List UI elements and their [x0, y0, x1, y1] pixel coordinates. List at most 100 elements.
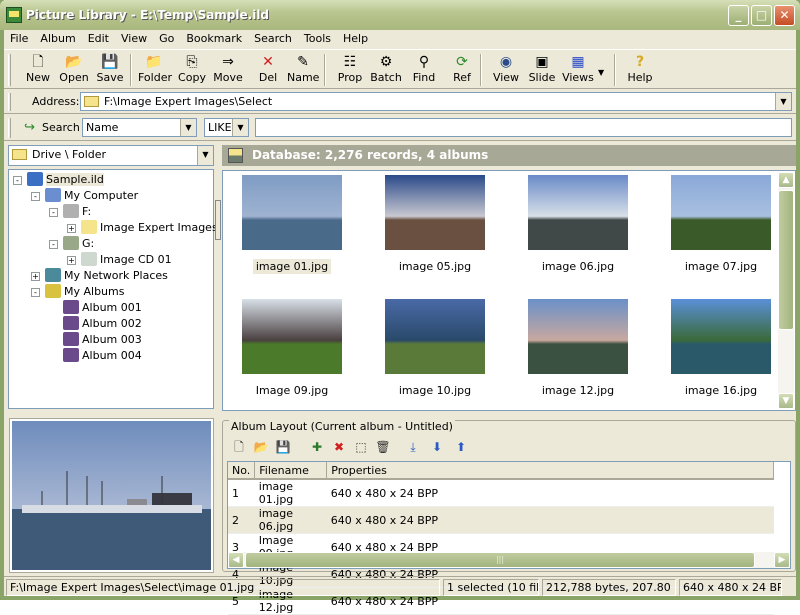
add-icon[interactable]: ✚ — [309, 439, 325, 455]
toolbar-slide-button[interactable]: ▣ Slide — [526, 52, 558, 88]
menu-view[interactable]: View — [115, 30, 153, 45]
maximize-button[interactable]: □ — [751, 5, 772, 26]
column-header-no[interactable]: No. — [228, 462, 256, 480]
menu-file[interactable]: File — [4, 30, 34, 45]
close-button[interactable]: ✕ — [774, 5, 795, 26]
search-grip[interactable] — [8, 118, 11, 138]
thumbnail-image[interactable] — [528, 299, 628, 374]
tree-item[interactable]: Sample.ild — [27, 172, 104, 188]
move-bottom-icon[interactable]: ⤓ — [405, 439, 421, 455]
toolbar-name-button[interactable]: ✎ Name — [287, 52, 319, 88]
move-down-icon[interactable]: ⬇ — [429, 439, 445, 455]
address-grip[interactable] — [8, 93, 11, 111]
trash-icon[interactable]: 🗑 — [375, 439, 391, 455]
menu-help[interactable]: Help — [337, 30, 374, 45]
scroll-left-button[interactable]: ◀ — [228, 552, 244, 568]
toolbar-find-button[interactable]: ⚲ Find — [408, 52, 440, 88]
table-row[interactable]: 2 image 06.jpg 640 x 480 x 24 BPP — [228, 506, 774, 534]
horizontal-scroll-thumb[interactable]: ||| — [245, 552, 755, 568]
search-field-select[interactable]: Name ▼ — [82, 118, 197, 137]
remove-icon[interactable]: ✖ — [331, 439, 347, 455]
address-dropdown-button[interactable]: ▼ — [775, 93, 791, 110]
toolbar-copy-button[interactable]: ⎘ Copy — [176, 52, 208, 88]
toolbar-batch-button[interactable]: ⚙ Batch — [370, 52, 402, 88]
thumbnail-item[interactable]: image 01.jpg — [227, 175, 357, 274]
tree-item[interactable]: Album 003 — [63, 332, 142, 348]
toolbar-save-button[interactable]: 💾 Save — [94, 52, 126, 88]
column-header-properties[interactable]: Properties — [326, 462, 774, 480]
collapse-icon[interactable]: - — [49, 240, 58, 249]
menu-go[interactable]: Go — [153, 30, 180, 45]
expand-icon[interactable]: + — [67, 224, 76, 233]
column-header-filename[interactable]: Filename — [254, 462, 328, 480]
collapse-icon[interactable]: - — [49, 208, 58, 217]
folder-tree[interactable]: - Sample.ild - My Computer - F: + Image Expert … — [8, 169, 218, 409]
album-file-list[interactable]: No. Filename Properties 1 image 01.jpg 640 x… — [227, 461, 791, 615]
toolbar-view-button[interactable]: ◉ View — [490, 52, 522, 88]
tree-item[interactable]: My Network Places — [45, 268, 168, 284]
search-operator-select[interactable]: LIKE ▼ — [204, 118, 249, 137]
thumbnail-item[interactable]: image 12.jpg — [513, 299, 643, 398]
toolbar-new-button[interactable]: 🗋 New — [22, 52, 54, 88]
tree-item[interactable]: Album 002 — [63, 316, 142, 332]
thumbnail-image[interactable] — [385, 299, 485, 374]
menu-bookmark[interactable]: Bookmark — [180, 30, 248, 45]
address-input[interactable]: F:\Image Expert Images\Select ▼ — [80, 92, 792, 111]
collapse-icon[interactable]: - — [13, 176, 22, 185]
tree-item[interactable]: Album 001 — [63, 300, 142, 316]
drive-folder-select[interactable]: Drive \ Folder ▼ — [8, 145, 214, 166]
thumbnail-item[interactable]: image 05.jpg — [370, 175, 500, 274]
tree-item[interactable]: My Computer — [45, 188, 138, 204]
tree-item[interactable]: F: — [63, 204, 91, 220]
thumbnail-image[interactable] — [242, 299, 342, 374]
tree-item[interactable]: Image Expert Images — [81, 220, 218, 236]
search-value-input[interactable] — [255, 118, 792, 137]
table-row[interactable]: 1 image 01.jpg 640 x 480 x 24 BPP — [228, 479, 774, 507]
expand-icon[interactable]: + — [31, 272, 40, 281]
drive-folder-dropdown-button[interactable]: ▼ — [197, 146, 213, 165]
scroll-right-button[interactable]: ▶ — [774, 552, 790, 568]
menu-search[interactable]: Search — [248, 30, 298, 45]
toolbar-del-button[interactable]: ✕ Del — [252, 52, 284, 88]
collapse-icon[interactable]: - — [31, 288, 40, 297]
thumbnail-item[interactable]: image 10.jpg — [370, 299, 500, 398]
thumbnail-image[interactable] — [242, 175, 342, 250]
toolbar-prop-button[interactable]: ☷ Prop — [334, 52, 366, 88]
collapse-icon[interactable]: - — [31, 192, 40, 201]
save-album-icon[interactable]: 💾 — [275, 439, 291, 455]
expand-icon[interactable]: + — [67, 256, 76, 265]
thumbnail-item[interactable]: image 07.jpg — [656, 175, 786, 274]
toolbar-help-button[interactable]: ? Help — [624, 52, 656, 88]
open-album-icon[interactable]: 📂 — [253, 439, 269, 455]
move-up-icon[interactable]: ⬆ — [453, 439, 469, 455]
thumbnail-image[interactable] — [385, 175, 485, 250]
album-horizontal-scrollbar[interactable]: ◀ ||| ▶ — [228, 552, 790, 568]
select-icon[interactable]: ⬚ — [353, 439, 369, 455]
menu-tools[interactable]: Tools — [298, 30, 337, 45]
tree-item[interactable]: Image CD 01 — [81, 252, 172, 268]
new-album-icon[interactable]: 🗋 — [231, 439, 247, 455]
toolbar-open-button[interactable]: 📂 Open — [58, 52, 90, 88]
toolbar-views-button[interactable]: ▦ Views ▼ — [562, 52, 604, 88]
field-dropdown-button[interactable]: ▼ — [180, 119, 196, 136]
menu-edit[interactable]: Edit — [82, 30, 115, 45]
toolbar-grip[interactable] — [8, 54, 11, 86]
menu-album[interactable]: Album — [34, 30, 81, 45]
toolbar-folder-button[interactable]: 📁 Folder — [138, 52, 172, 88]
thumbnail-image[interactable] — [671, 175, 771, 250]
pane-splitter[interactable] — [215, 200, 221, 240]
tree-item[interactable]: My Albums — [45, 284, 124, 300]
thumbnail-image[interactable] — [671, 299, 771, 374]
tree-item[interactable]: Album 004 — [63, 348, 142, 364]
thumbnail-item[interactable]: image 16.jpg — [656, 299, 786, 398]
search-button[interactable]: Search — [42, 121, 80, 134]
thumbnail-item[interactable]: Image 09.jpg — [227, 299, 357, 398]
toolbar-ref-button[interactable]: ⟳ Ref — [446, 52, 478, 88]
minimize-button[interactable]: _ — [728, 5, 749, 26]
views-dropdown-arrow-icon[interactable]: ▼ — [598, 68, 604, 77]
toolbar-move-button[interactable]: ⇒ Move — [212, 52, 244, 88]
title-bar[interactable]: Picture Library - E:\Temp\Sample.ild _ □… — [0, 0, 800, 30]
thumbnail-item[interactable]: image 06.jpg — [513, 175, 643, 274]
thumbnail-image[interactable] — [528, 175, 628, 250]
tree-item[interactable]: G: — [63, 236, 94, 252]
